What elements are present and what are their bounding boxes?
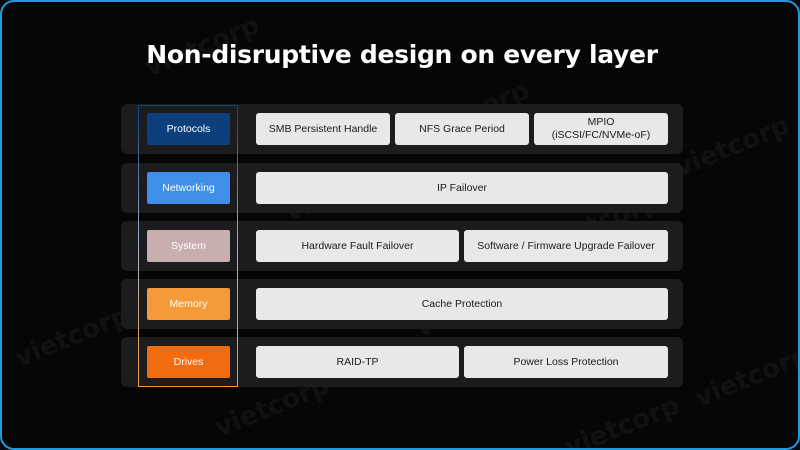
watermark: vietcorp (671, 110, 794, 183)
layer-label-protocols: Protocols (147, 113, 230, 145)
item-raid-tp: RAID-TP (256, 346, 459, 378)
watermark: vietcorp (11, 300, 134, 373)
item-software-firmware-upgrade-failover: Software / Firmware Upgrade Failover (464, 230, 668, 262)
watermark: vietcorp (561, 390, 684, 448)
item-mpio: MPIO (iSCSI/FC/NVMe-oF) (534, 113, 668, 145)
layer-label-networking: Networking (147, 172, 230, 204)
page-title: Non-disruptive design on every layer (146, 40, 658, 69)
layer-label-drives: Drives (147, 346, 230, 378)
watermark: vietcorp (691, 340, 798, 413)
item-power-loss-protection: Power Loss Protection (464, 346, 668, 378)
slide-frame: vietcorp vietcorp vietcorp vietcorp viet… (0, 0, 800, 450)
layer-label-system: System (147, 230, 230, 262)
item-smb-persistent-handle: SMB Persistent Handle (256, 113, 390, 145)
item-cache-protection: Cache Protection (256, 288, 668, 320)
layer-label-memory: Memory (147, 288, 230, 320)
item-ip-failover: IP Failover (256, 172, 668, 204)
item-hardware-fault-failover: Hardware Fault Failover (256, 230, 459, 262)
item-nfs-grace-period: NFS Grace Period (395, 113, 529, 145)
